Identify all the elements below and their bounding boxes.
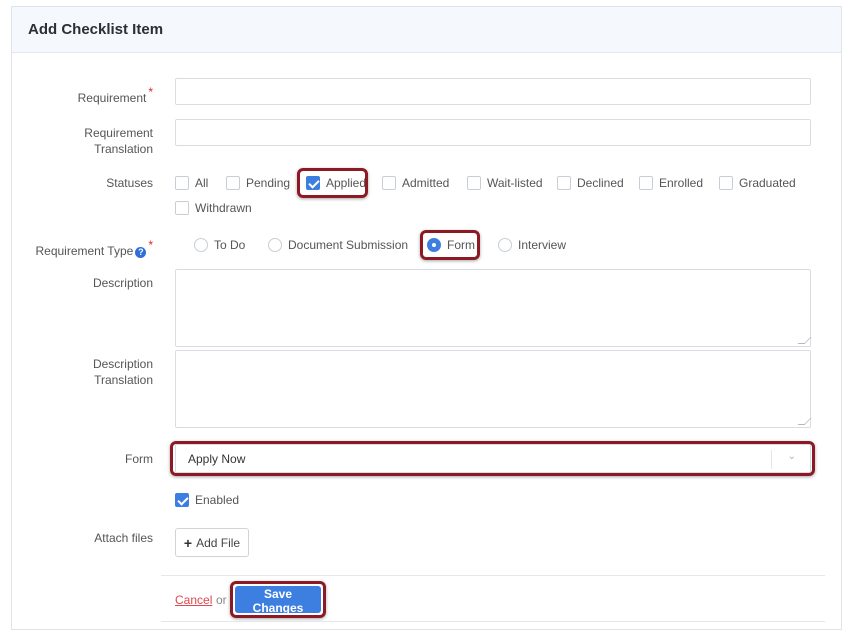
or-text: or: [216, 593, 227, 607]
enabled-label: Enabled: [195, 493, 240, 507]
status-admitted-label: Admitted: [402, 176, 450, 190]
footer-divider: [161, 575, 825, 576]
add-file-button[interactable]: + Add File: [175, 528, 249, 557]
type-todo[interactable]: To Do: [194, 237, 245, 253]
description-label: Description: [92, 276, 153, 290]
panel-title: Add Checklist Item: [28, 21, 164, 38]
enabled-toggle[interactable]: Enabled: [175, 492, 239, 508]
status-graduated[interactable]: Graduated: [719, 175, 796, 191]
requirement-label-text: Requirement: [77, 91, 147, 105]
requirement-label: Requirement *: [78, 84, 153, 106]
status-wait-listed[interactable]: Wait-listed: [467, 175, 543, 191]
type-interview-radio[interactable]: [498, 238, 512, 252]
resize-grip-icon[interactable]: [797, 418, 812, 425]
status-declined-checkbox[interactable]: [557, 176, 571, 190]
status-admitted[interactable]: Admitted: [382, 175, 449, 191]
status-withdrawn-label: Withdrawn: [195, 201, 252, 215]
plus-icon: +: [183, 534, 193, 551]
add-file-label: Add File: [196, 535, 241, 550]
description-translation-textarea[interactable]: [175, 350, 812, 428]
required-star: *: [148, 85, 153, 99]
status-graduated-checkbox[interactable]: [719, 176, 733, 190]
status-declined[interactable]: Declined: [557, 175, 624, 191]
cancel-link[interactable]: Cancel: [175, 593, 212, 607]
status-all[interactable]: All: [175, 175, 208, 191]
status-pending[interactable]: Pending: [226, 175, 290, 191]
description-textarea[interactable]: [175, 269, 812, 347]
description-translation-label-line1: Description: [92, 357, 153, 371]
save-button-highlight: [230, 581, 326, 618]
type-document-submission-radio[interactable]: [268, 238, 282, 252]
status-all-label: All: [195, 176, 209, 190]
enabled-checkbox[interactable]: [175, 493, 189, 507]
description-translation-label: Description Translation: [93, 356, 153, 388]
requirement-translation-input[interactable]: [175, 119, 811, 146]
status-withdrawn[interactable]: Withdrawn: [175, 200, 252, 216]
type-interview[interactable]: Interview: [498, 237, 566, 253]
requirement-type-label-text: Requirement Type: [35, 244, 134, 258]
requirement-translation-label-line2: Translation: [94, 142, 153, 156]
status-declined-label: Declined: [577, 176, 624, 190]
help-icon[interactable]: ?: [135, 247, 147, 258]
resize-grip-icon[interactable]: [797, 337, 812, 344]
description-translation-label-line2: Translation: [94, 373, 153, 387]
status-enrolled-label: Enrolled: [659, 176, 704, 190]
status-admitted-checkbox[interactable]: [382, 176, 396, 190]
form-radio-highlight: [420, 230, 480, 260]
status-pending-label: Pending: [246, 176, 291, 190]
checklist-panel: Add Checklist Item Requirement * Requirem…: [11, 6, 842, 630]
requirement-input[interactable]: [175, 78, 811, 105]
status-withdrawn-checkbox[interactable]: [175, 201, 189, 215]
requirement-translation-label: Requirement Translation: [84, 125, 153, 157]
statuses-label: Statuses: [106, 176, 153, 190]
status-graduated-label: Graduated: [739, 176, 796, 190]
type-todo-label: To Do: [214, 238, 246, 252]
status-pending-checkbox[interactable]: [226, 176, 240, 190]
panel-header: Add Checklist Item: [12, 7, 841, 53]
status-wait-listed-checkbox[interactable]: [467, 176, 481, 190]
status-wait-listed-label: Wait-listed: [487, 176, 543, 190]
attach-files-label: Attach files: [94, 531, 153, 545]
type-document-submission-label: Document Submission: [288, 238, 409, 252]
type-interview-label: Interview: [518, 238, 567, 252]
required-star-type: *: [148, 238, 153, 252]
form-label: Form: [125, 452, 153, 466]
requirement-translation-label-line1: Requirement: [84, 126, 153, 140]
type-document-submission[interactable]: Document Submission: [268, 237, 408, 253]
form-select-highlight: [170, 441, 815, 476]
footer-bottom-divider: [161, 621, 825, 622]
status-enrolled[interactable]: Enrolled: [639, 175, 703, 191]
status-all-checkbox[interactable]: [175, 176, 189, 190]
applied-highlight: [297, 168, 368, 198]
status-enrolled-checkbox[interactable]: [639, 176, 653, 190]
requirement-type-label: Requirement Type? *: [35, 237, 153, 259]
type-todo-radio[interactable]: [194, 238, 208, 252]
